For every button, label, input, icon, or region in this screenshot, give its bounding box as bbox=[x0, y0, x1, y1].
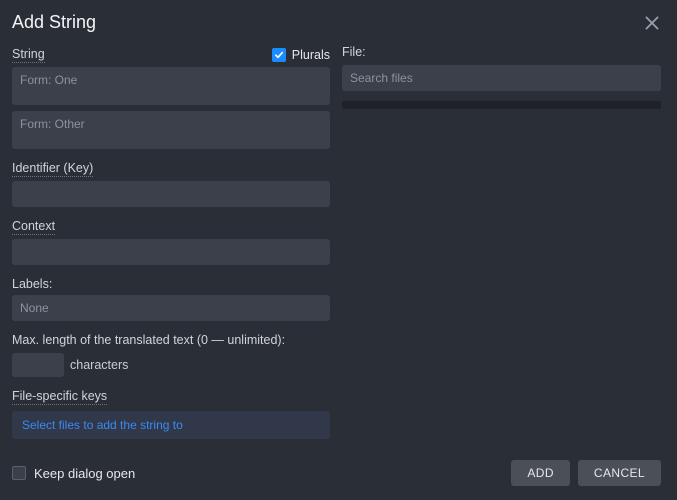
form-other-input[interactable] bbox=[12, 111, 330, 149]
maxlen-row: characters bbox=[12, 353, 330, 377]
maxlen-label: Max. length of the translated text (0 — … bbox=[12, 333, 330, 347]
close-icon[interactable] bbox=[643, 14, 661, 32]
labels-label: Labels: bbox=[12, 277, 330, 291]
context-input[interactable] bbox=[12, 239, 330, 265]
dialog-actions: ADD CANCEL bbox=[511, 460, 661, 486]
add-string-dialog: Add String String Plurals bbox=[0, 0, 677, 500]
add-button[interactable]: ADD bbox=[511, 460, 570, 486]
dialog-footer: Keep dialog open ADD CANCEL bbox=[0, 448, 677, 500]
identifier-input[interactable] bbox=[12, 181, 330, 207]
right-column: File: bbox=[342, 45, 661, 448]
keep-open-label: Keep dialog open bbox=[34, 466, 135, 481]
keep-open-checkbox[interactable] bbox=[12, 466, 26, 480]
identifier-row: Identifier (Key) bbox=[12, 161, 330, 177]
file-label: File: bbox=[342, 45, 661, 59]
string-row-label: String Plurals bbox=[12, 47, 330, 63]
dialog-body: String Plurals Identifier (Key) Context bbox=[0, 39, 677, 448]
file-list-area bbox=[342, 101, 661, 109]
plurals-checkbox[interactable] bbox=[272, 48, 286, 62]
cancel-button[interactable]: CANCEL bbox=[578, 460, 661, 486]
file-select-dropdown[interactable]: Select files to add the string to bbox=[12, 411, 330, 439]
plurals-label: Plurals bbox=[292, 48, 330, 62]
dialog-header: Add String bbox=[0, 0, 677, 39]
form-one-input[interactable] bbox=[12, 67, 330, 105]
maxlen-input[interactable] bbox=[12, 353, 64, 377]
context-label: Context bbox=[12, 219, 55, 235]
context-row: Context bbox=[12, 219, 330, 235]
dialog-title: Add String bbox=[12, 12, 96, 33]
filekeys-row: File-specific keys bbox=[12, 389, 330, 405]
labels-input[interactable] bbox=[12, 295, 330, 321]
plurals-toggle[interactable]: Plurals bbox=[272, 48, 330, 62]
keep-open-toggle[interactable]: Keep dialog open bbox=[12, 466, 135, 481]
string-label: String bbox=[12, 47, 45, 63]
left-column: String Plurals Identifier (Key) Context bbox=[12, 45, 330, 448]
identifier-label: Identifier (Key) bbox=[12, 161, 93, 177]
maxlen-unit: characters bbox=[70, 358, 128, 372]
file-search-input[interactable] bbox=[342, 65, 661, 91]
filekeys-label: File-specific keys bbox=[12, 389, 107, 405]
